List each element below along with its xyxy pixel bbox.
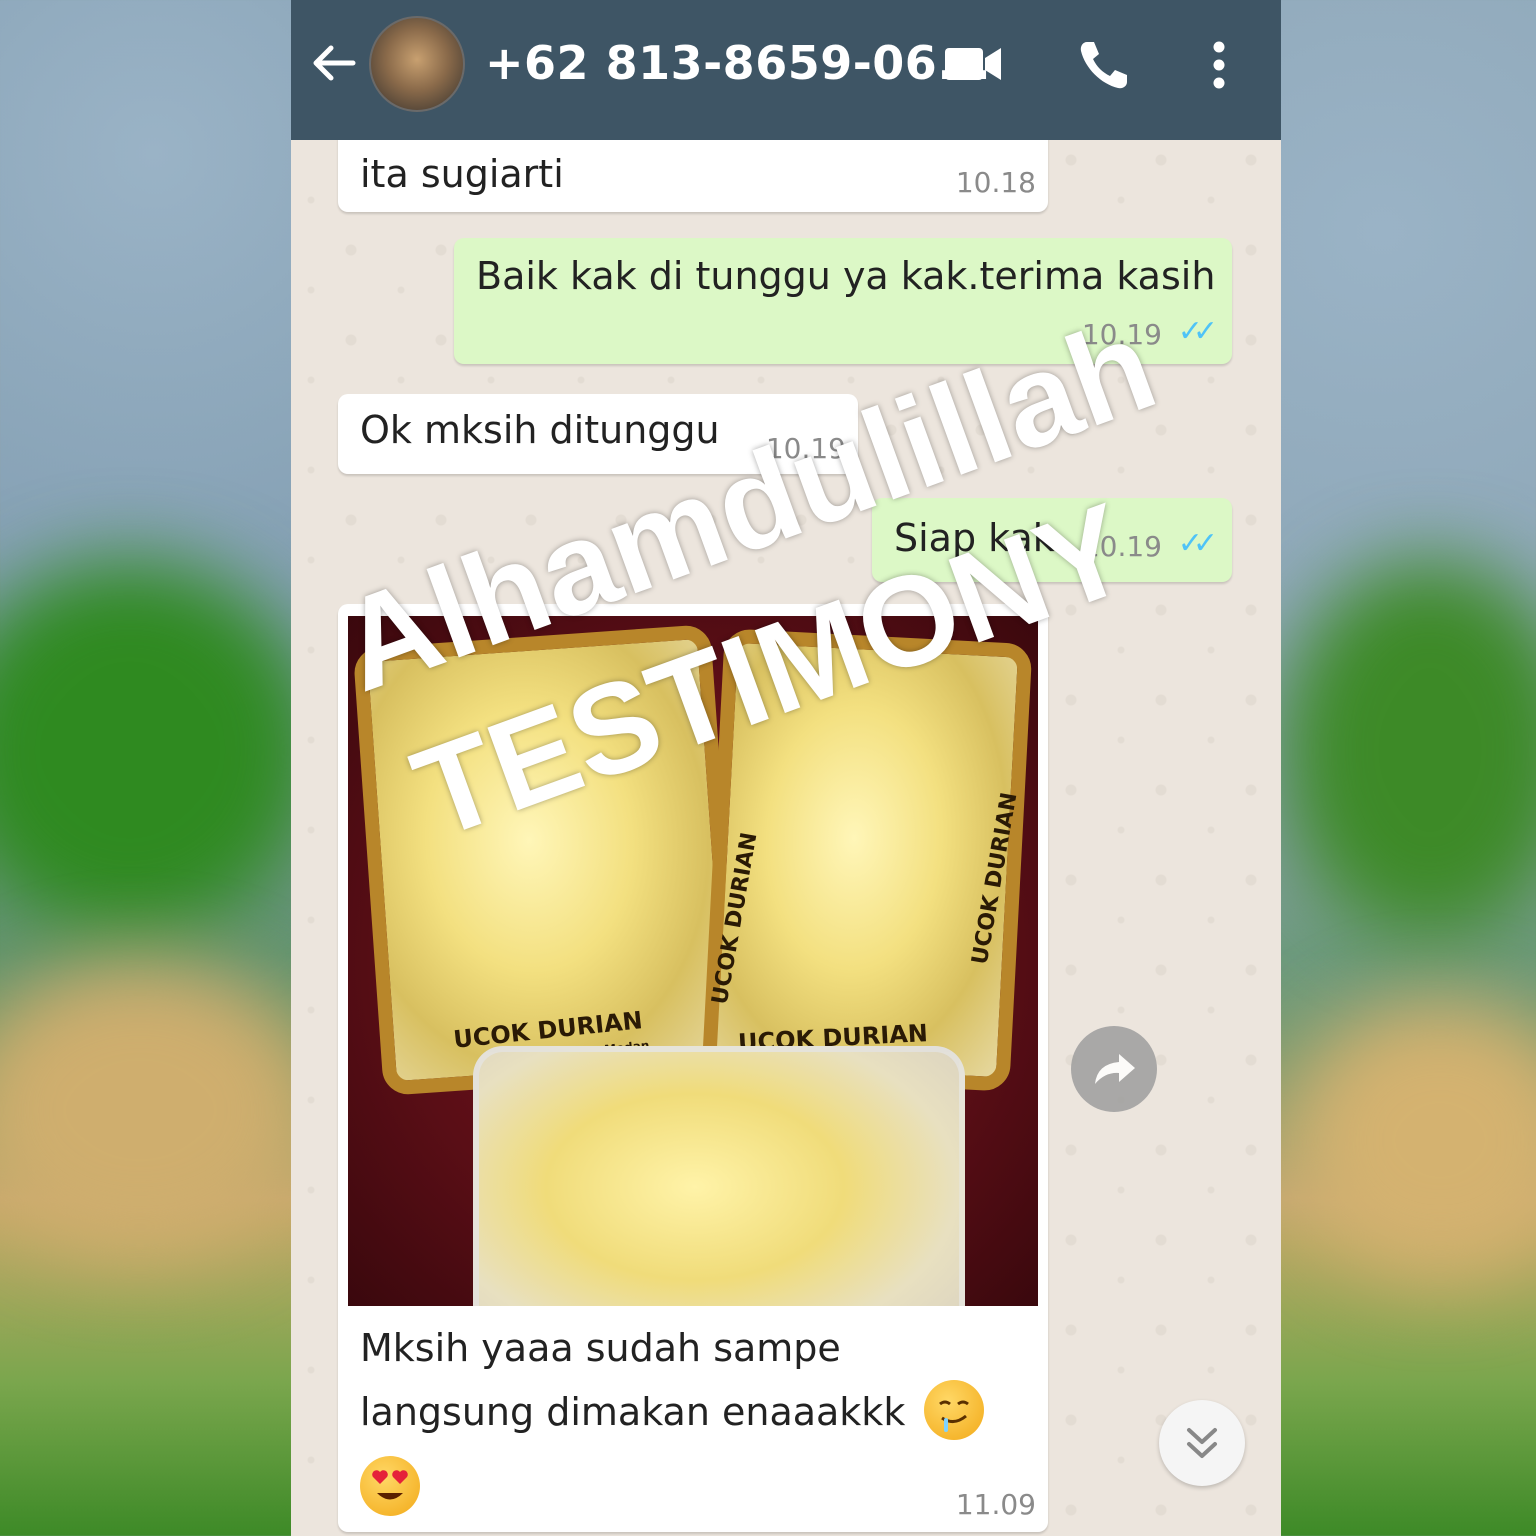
photo-caption: Mksih yaaa sudah sampe — [360, 1326, 841, 1370]
forward-button[interactable] — [1071, 1026, 1157, 1112]
message-text: Baik kak di tunggu ya kak.terima kasih — [476, 254, 1216, 298]
more-options-icon[interactable] — [1205, 40, 1233, 90]
read-receipt-icon: ✓✓ — [1177, 314, 1218, 349]
photo-caption: langsung dimakan enaaakkk — [360, 1390, 906, 1434]
scroll-to-bottom-button[interactable] — [1159, 1400, 1245, 1486]
contact-title[interactable]: +62 813-8659-06... — [485, 36, 991, 90]
video-call-icon[interactable] — [943, 44, 1003, 84]
message-text: Ok mksih ditunggu — [360, 408, 720, 452]
forward-icon — [1095, 1054, 1135, 1084]
background-blur — [0, 960, 320, 1260]
background-blur — [1290, 1000, 1536, 1280]
heart-eyes-emoji — [360, 1456, 420, 1516]
message-time: 11.09 — [955, 1488, 1036, 1521]
back-arrow-icon[interactable] — [309, 38, 359, 88]
background-blur — [1280, 560, 1536, 940]
contact-avatar[interactable] — [369, 16, 465, 112]
message-text: ita sugiarti — [360, 152, 564, 196]
message-time: 10.18 — [955, 166, 1036, 199]
drooling-face-emoji — [924, 1380, 984, 1440]
chat-header: +62 813-8659-06... — [291, 0, 1281, 140]
background-blur — [0, 560, 320, 940]
chat-screen: +62 813-8659-06... ita sugiarti 10.18 Ba… — [291, 0, 1281, 1536]
double-chevron-down-icon — [1187, 1428, 1217, 1458]
durian-clear-box — [473, 1046, 965, 1306]
read-receipt-icon: ✓✓ — [1177, 526, 1218, 561]
phone-call-icon[interactable] — [1077, 38, 1131, 92]
